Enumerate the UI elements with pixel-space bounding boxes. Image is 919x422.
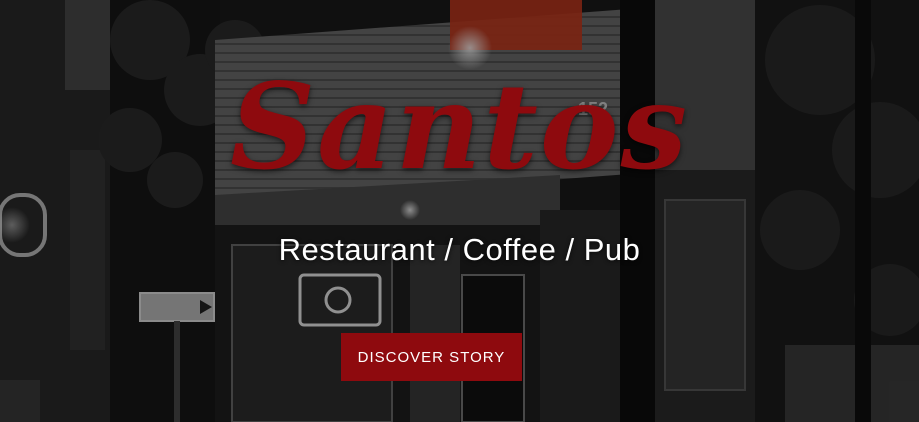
brand-logo-title: Santos bbox=[229, 57, 690, 196]
hero-section: 152 Santos Restaurant / Coffee / Pub DIS… bbox=[0, 0, 919, 422]
discover-story-button[interactable]: DISCOVER STORY bbox=[341, 333, 522, 381]
tagline: Restaurant / Coffee / Pub bbox=[278, 232, 641, 267]
